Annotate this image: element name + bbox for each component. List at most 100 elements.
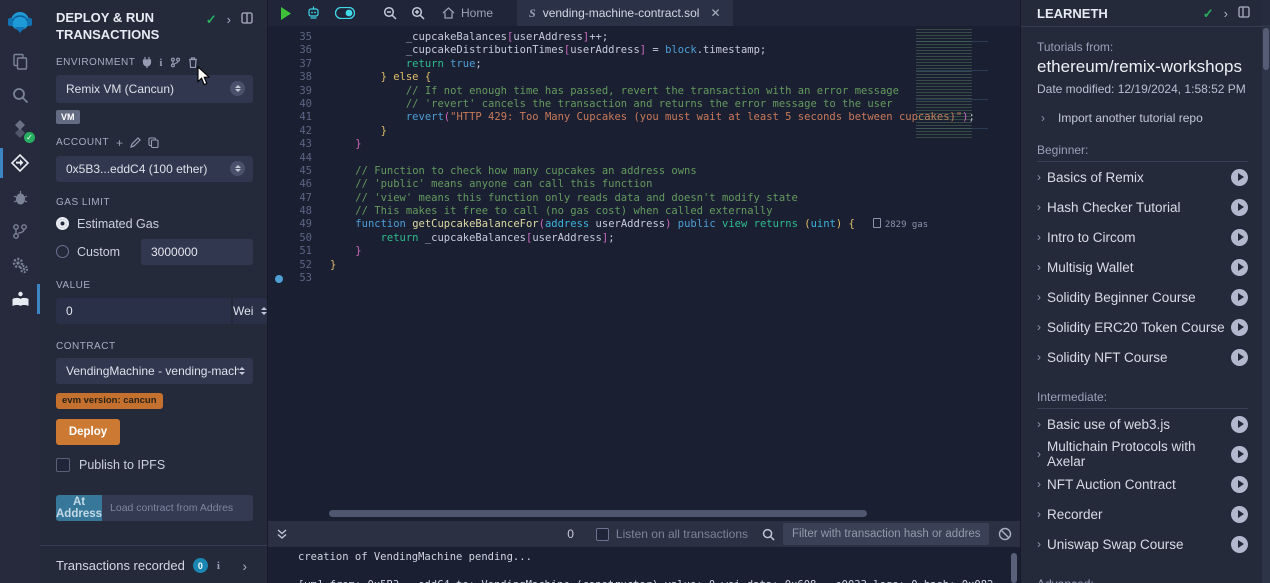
publish-ipfs-checkbox[interactable] [56, 458, 70, 472]
code-line[interactable]: 39 // If not enough time has passed, rev… [268, 85, 1020, 98]
copy-account-icon[interactable] [148, 137, 159, 148]
custom-gas-input[interactable] [141, 239, 253, 265]
code-editor[interactable]: 35 _cupcakeBalances[userAddress]++; 36 _… [268, 26, 1020, 521]
code-line[interactable]: 50 return _cupcakeBalances[userAddress]; [268, 232, 1020, 245]
code-line[interactable]: 36 _cupcakeDistributionTimes[userAddress… [268, 44, 1020, 57]
line-number[interactable]: 52 [299, 259, 312, 271]
contract-select[interactable]: VendingMachine - vending-machin [56, 358, 253, 384]
tutorial-item[interactable]: › Solidity ERC20 Token Course [1037, 312, 1248, 342]
play-tutorial-button[interactable] [1231, 229, 1248, 246]
tutorial-item[interactable]: › Uniswap Swap Course [1037, 529, 1248, 559]
chevron-right-icon[interactable]: › [1037, 447, 1041, 461]
tutorial-item[interactable]: › Intro to Circom [1037, 222, 1248, 252]
chevron-right-icon[interactable]: › [1037, 260, 1041, 274]
line-number[interactable]: 45 [299, 165, 312, 177]
line-number[interactable]: 42 [299, 125, 312, 137]
line-number[interactable]: 51 [299, 245, 312, 257]
chevron-right-icon[interactable]: › [1037, 537, 1041, 551]
line-number[interactable]: 47 [299, 192, 312, 204]
tutorial-item[interactable]: › Hash Checker Tutorial [1037, 192, 1248, 222]
source-control-icon[interactable] [0, 214, 40, 248]
code-line[interactable]: 40 // 'revert' cancels the transaction a… [268, 98, 1020, 111]
code-line[interactable]: 44 [268, 152, 1020, 165]
listen-checkbox[interactable] [596, 528, 609, 541]
code-line[interactable]: 43 } [268, 138, 1020, 151]
listen-all-toggle[interactable]: Listen on all transactions [596, 527, 748, 541]
remix-logo-icon[interactable] [0, 0, 40, 44]
line-number[interactable]: 36 [299, 44, 312, 56]
terminal-search-icon[interactable] [762, 528, 775, 541]
play-tutorial-button[interactable] [1231, 319, 1248, 336]
tutorial-item[interactable]: › Solidity NFT Course [1037, 342, 1248, 372]
play-tutorial-button[interactable] [1231, 476, 1248, 493]
play-tutorial-button[interactable] [1231, 446, 1248, 463]
search-icon[interactable] [0, 78, 40, 112]
line-number[interactable]: 43 [299, 138, 312, 150]
line-number[interactable]: 50 [299, 232, 312, 244]
code-line[interactable]: 46 // 'public' means anyone can call thi… [268, 178, 1020, 191]
pin-panel-icon[interactable] [241, 12, 253, 24]
code-line[interactable]: 45 // Function to check how many cupcake… [268, 165, 1020, 178]
code-line[interactable]: 47 // 'view' means this function only re… [268, 192, 1020, 205]
play-tutorial-button[interactable] [1231, 349, 1248, 366]
chevron-right-icon[interactable]: › [1037, 507, 1041, 521]
code-line[interactable]: 51 } [268, 245, 1020, 258]
code-line[interactable]: 49 function getCupcakeBalanceFor(address… [268, 218, 1020, 231]
plugin-manager-icon[interactable] [0, 248, 40, 282]
code-line[interactable]: 48 // This makes it free to call (no gas… [268, 205, 1020, 218]
panel-scrollbar[interactable] [1262, 0, 1270, 583]
line-number[interactable]: 37 [299, 58, 312, 70]
play-tutorial-button[interactable] [1231, 169, 1248, 186]
value-unit-select[interactable]: Wei [233, 298, 267, 324]
play-tutorial-button[interactable] [1231, 506, 1248, 523]
line-number[interactable]: 49 [299, 218, 312, 230]
solidity-compiler-icon[interactable]: ✓ [0, 112, 40, 146]
edit-account-icon[interactable] [130, 137, 141, 148]
tutorial-item[interactable]: › Basics of Remix [1037, 162, 1248, 192]
tutorial-item[interactable]: › Basic use of web3.js [1037, 409, 1248, 439]
chevron-right-icon[interactable]: › [1037, 200, 1041, 214]
play-tutorial-button[interactable] [1231, 289, 1248, 306]
tutorial-item[interactable]: › NFT Auction Contract [1037, 469, 1248, 499]
line-number[interactable]: 39 [299, 85, 312, 97]
deploy-and-run-icon[interactable] [0, 146, 40, 180]
expand-terminal-icon[interactable] [276, 528, 288, 540]
deploy-button[interactable]: Deploy [56, 419, 120, 445]
info-icon[interactable]: i [217, 560, 220, 572]
code-line[interactable]: 52 } [268, 259, 1020, 272]
close-tab-icon[interactable]: ✕ [710, 6, 720, 20]
horizontal-scrollbar[interactable] [329, 510, 867, 517]
chevron-right-icon[interactable]: › [1037, 170, 1041, 184]
chevron-right-icon[interactable]: › [227, 12, 231, 27]
chevron-right-icon[interactable]: › [242, 558, 253, 574]
chevron-right-icon[interactable]: › [1037, 230, 1041, 244]
value-input[interactable] [56, 298, 231, 324]
debugger-icon[interactable] [0, 180, 40, 214]
terminal-scrollbar[interactable] [1011, 553, 1017, 583]
play-tutorial-button[interactable] [1231, 199, 1248, 216]
code-line[interactable]: 42 } [268, 125, 1020, 138]
tutorial-item[interactable]: › Multichain Protocols with Axelar [1037, 439, 1248, 469]
play-tutorial-button[interactable] [1231, 259, 1248, 276]
home-tab[interactable]: Home [432, 0, 505, 26]
chevron-right-icon[interactable]: › [1037, 417, 1041, 431]
code-line[interactable]: 38 } else { [268, 71, 1020, 84]
line-number[interactable]: 46 [299, 178, 312, 190]
chevron-right-icon[interactable]: › [1037, 350, 1041, 364]
line-number[interactable]: 40 [299, 98, 312, 110]
chevron-right-icon[interactable]: › [1037, 290, 1041, 304]
add-account-icon[interactable]: + [116, 136, 124, 150]
editor-minimap[interactable] [916, 29, 1006, 139]
copilot-toggle-on[interactable] [335, 7, 355, 19]
line-number[interactable]: 41 [299, 111, 312, 123]
at-address-button[interactable]: At Address [56, 495, 102, 521]
code-line[interactable]: 53 [268, 272, 1020, 285]
code-line[interactable]: 37 return true; [268, 58, 1020, 71]
import-tutorial-repo[interactable]: › Import another tutorial repo [1037, 111, 1248, 125]
run-script-icon[interactable] [280, 7, 292, 20]
fork-environment-icon[interactable] [170, 57, 181, 68]
code-line[interactable]: 41 revert("HTTP 429: Too Many Cupcakes (… [268, 111, 1020, 124]
tutorial-item[interactable]: › Solidity Beginner Course [1037, 282, 1248, 312]
line-number[interactable]: 38 [299, 71, 312, 83]
chevron-right-icon[interactable]: › [1037, 477, 1041, 491]
